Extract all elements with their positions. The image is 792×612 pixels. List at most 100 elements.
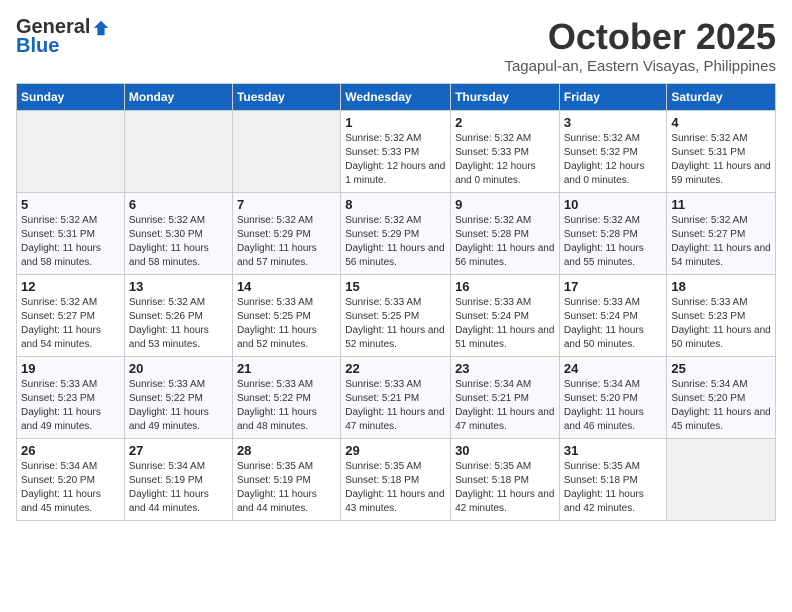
day-number: 7 [237,197,336,212]
calendar-body: 1 Sunrise: 5:32 AMSunset: 5:33 PMDaylight… [17,111,776,521]
calendar-cell: 19 Sunrise: 5:33 AMSunset: 5:23 PMDayligh… [17,357,125,439]
day-info: Sunrise: 5:34 AMSunset: 5:20 PMDaylight:… [671,378,771,434]
column-header-friday: Friday [559,84,667,111]
day-number: 18 [671,279,771,294]
day-info: Sunrise: 5:33 AMSunset: 5:24 PMDaylight:… [455,296,555,352]
day-info: Sunrise: 5:32 AMSunset: 5:27 PMDaylight:… [21,296,120,352]
day-info: Sunrise: 5:32 AMSunset: 5:31 PMDaylight:… [671,132,771,188]
day-number: 29 [345,443,446,458]
day-info: Sunrise: 5:33 AMSunset: 5:25 PMDaylight:… [237,296,336,352]
column-header-saturday: Saturday [667,84,776,111]
day-info: Sunrise: 5:35 AMSunset: 5:19 PMDaylight:… [237,460,336,516]
day-number: 13 [129,279,228,294]
day-number: 26 [21,443,120,458]
day-number: 24 [564,361,663,376]
day-number: 20 [129,361,228,376]
day-number: 31 [564,443,663,458]
column-header-thursday: Thursday [451,84,560,111]
calendar-cell [232,111,340,193]
calendar-cell: 8 Sunrise: 5:32 AMSunset: 5:29 PMDaylight… [341,193,451,275]
day-number: 5 [21,197,120,212]
day-info: Sunrise: 5:32 AMSunset: 5:29 PMDaylight:… [237,214,336,270]
day-number: 10 [564,197,663,212]
calendar-cell: 25 Sunrise: 5:34 AMSunset: 5:20 PMDayligh… [667,357,776,439]
day-info: Sunrise: 5:34 AMSunset: 5:19 PMDaylight:… [129,460,228,516]
calendar-cell: 6Sunrise: 5:32 AMSunset: 5:30 PMDaylight… [124,193,232,275]
day-info: Sunrise: 5:32 AMSunset: 5:32 PMDaylight:… [564,132,663,188]
day-number: 17 [564,279,663,294]
calendar-cell: 10Sunrise: 5:32 AMSunset: 5:28 PMDayligh… [559,193,667,275]
calendar-cell: 14 Sunrise: 5:33 AMSunset: 5:25 PMDayligh… [232,275,340,357]
calendar-cell [124,111,232,193]
calendar-cell: 27 Sunrise: 5:34 AMSunset: 5:19 PMDayligh… [124,439,232,521]
calendar-cell: 30 Sunrise: 5:35 AMSunset: 5:18 PMDayligh… [451,439,560,521]
day-number: 12 [21,279,120,294]
calendar-cell: 28Sunrise: 5:35 AMSunset: 5:19 PMDayligh… [232,439,340,521]
day-info: Sunrise: 5:33 AMSunset: 5:21 PMDaylight:… [345,378,446,434]
day-info: Sunrise: 5:33 AMSunset: 5:22 PMDaylight:… [237,378,336,434]
calendar-cell: 15 Sunrise: 5:33 AMSunset: 5:25 PMDayligh… [341,275,451,357]
day-info: Sunrise: 5:33 AMSunset: 5:23 PMDaylight:… [21,378,120,434]
day-info: Sunrise: 5:32 AMSunset: 5:33 PMDaylight:… [455,132,555,188]
calendar-cell: 7 Sunrise: 5:32 AMSunset: 5:29 PMDaylight… [232,193,340,275]
calendar-cell: 9Sunrise: 5:32 AMSunset: 5:28 PMDaylight… [451,193,560,275]
day-info: Sunrise: 5:33 AMSunset: 5:22 PMDaylight:… [129,378,228,434]
logo-blue-text: Blue [16,35,59,57]
calendar-cell: 1Sunrise: 5:32 AMSunset: 5:33 PMDaylight… [341,111,451,193]
day-number: 25 [671,361,771,376]
day-info: Sunrise: 5:34 AMSunset: 5:20 PMDaylight:… [564,378,663,434]
week-row-4: 19 Sunrise: 5:33 AMSunset: 5:23 PMDayligh… [17,357,776,439]
calendar-cell: 31 Sunrise: 5:35 AMSunset: 5:18 PMDayligh… [559,439,667,521]
calendar-cell: 29 Sunrise: 5:35 AMSunset: 5:18 PMDayligh… [341,439,451,521]
calendar-header-row: SundayMondayTuesdayWednesdayThursdayFrid… [17,84,776,111]
calendar-cell: 12 Sunrise: 5:32 AMSunset: 5:27 PMDayligh… [17,275,125,357]
calendar-cell: 3 Sunrise: 5:32 AMSunset: 5:32 PMDaylight… [559,111,667,193]
month-title: October 2025 [504,16,776,58]
day-number: 16 [455,279,555,294]
day-info: Sunrise: 5:33 AMSunset: 5:24 PMDaylight:… [564,296,663,352]
logo-icon [92,19,110,37]
column-header-sunday: Sunday [17,84,125,111]
week-row-2: 5 Sunrise: 5:32 AMSunset: 5:31 PMDaylight… [17,193,776,275]
calendar-cell: 16 Sunrise: 5:33 AMSunset: 5:24 PMDayligh… [451,275,560,357]
calendar-cell: 23Sunrise: 5:34 AMSunset: 5:21 PMDayligh… [451,357,560,439]
day-number: 22 [345,361,446,376]
calendar-cell: 11Sunrise: 5:32 AMSunset: 5:27 PMDayligh… [667,193,776,275]
calendar-cell: 22 Sunrise: 5:33 AMSunset: 5:21 PMDayligh… [341,357,451,439]
calendar-table: SundayMondayTuesdayWednesdayThursdayFrid… [16,83,776,521]
day-number: 27 [129,443,228,458]
day-number: 1 [345,115,446,130]
day-info: Sunrise: 5:34 AMSunset: 5:20 PMDaylight:… [21,460,120,516]
calendar-cell: 13Sunrise: 5:32 AMSunset: 5:26 PMDayligh… [124,275,232,357]
calendar-cell: 4 Sunrise: 5:32 AMSunset: 5:31 PMDaylight… [667,111,776,193]
day-number: 14 [237,279,336,294]
logo: General Blue [16,16,110,58]
column-header-tuesday: Tuesday [232,84,340,111]
day-number: 9 [455,197,555,212]
week-row-1: 1 Sunrise: 5:32 AMSunset: 5:33 PMDaylight… [17,111,776,193]
day-info: Sunrise: 5:35 AMSunset: 5:18 PMDaylight:… [564,460,663,516]
page-header: General Blue October 2025 Tagapul-an, Ea… [16,16,776,75]
week-row-3: 12 Sunrise: 5:32 AMSunset: 5:27 PMDayligh… [17,275,776,357]
day-number: 15 [345,279,446,294]
day-info: Sunrise: 5:33 AMSunset: 5:23 PMDaylight:… [671,296,771,352]
day-info: Sunrise: 5:32 AMSunset: 5:31 PMDaylight:… [21,214,120,270]
day-number: 23 [455,361,555,376]
day-info: Sunrise: 5:35 AMSunset: 5:18 PMDaylight:… [455,460,555,516]
day-number: 21 [237,361,336,376]
title-block: October 2025 Tagapul-an, Eastern Visayas… [504,16,776,75]
calendar-cell: 18 Sunrise: 5:33 AMSunset: 5:23 PMDayligh… [667,275,776,357]
day-number: 19 [21,361,120,376]
calendar-cell: 24 Sunrise: 5:34 AMSunset: 5:20 PMDayligh… [559,357,667,439]
day-number: 8 [345,197,446,212]
day-number: 30 [455,443,555,458]
calendar-cell: 5 Sunrise: 5:32 AMSunset: 5:31 PMDaylight… [17,193,125,275]
calendar-cell [17,111,125,193]
day-info: Sunrise: 5:33 AMSunset: 5:25 PMDaylight:… [345,296,446,352]
day-number: 3 [564,115,663,130]
day-info: Sunrise: 5:32 AMSunset: 5:27 PMDaylight:… [671,214,771,270]
day-info: Sunrise: 5:35 AMSunset: 5:18 PMDaylight:… [345,460,446,516]
week-row-5: 26 Sunrise: 5:34 AMSunset: 5:20 PMDayligh… [17,439,776,521]
day-number: 4 [671,115,771,130]
day-info: Sunrise: 5:32 AMSunset: 5:29 PMDaylight:… [345,214,446,270]
